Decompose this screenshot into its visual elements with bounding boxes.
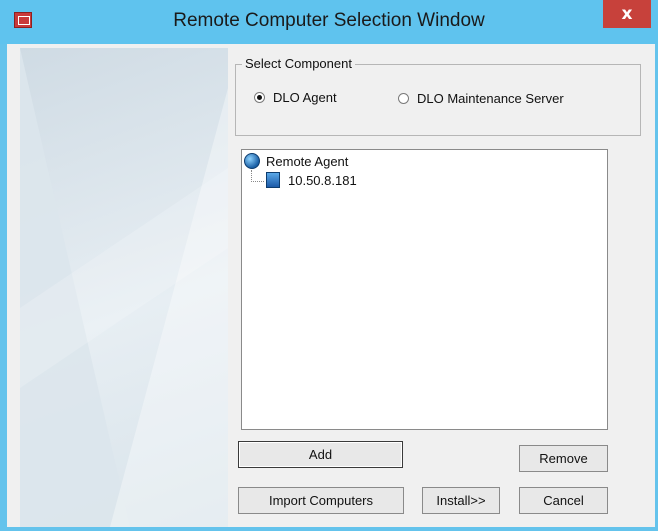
computer-icon <box>266 172 280 188</box>
radio-dlo-maintenance-server-label: DLO Maintenance Server <box>417 91 564 106</box>
select-component-legend: Select Component <box>242 56 355 71</box>
tree-node-computer[interactable]: 10.50.8.181 <box>266 172 357 188</box>
dialog-client-area: Select Component DLO Agent DLO Maintenan… <box>7 44 655 527</box>
radio-dlo-agent-label: DLO Agent <box>273 90 337 105</box>
globe-icon <box>244 153 260 169</box>
window-title: Remote Computer Selection Window <box>173 10 485 31</box>
radio-checked-indicator[interactable] <box>254 92 265 103</box>
add-button[interactable]: Add <box>238 441 403 468</box>
cancel-button[interactable]: Cancel <box>519 487 608 514</box>
tree-node-remote-agent[interactable]: Remote Agent <box>244 153 348 169</box>
tree-node-label: 10.50.8.181 <box>288 172 357 188</box>
radio-unchecked-indicator[interactable] <box>398 93 409 104</box>
title-bar[interactable]: Remote Computer Selection Window x <box>0 0 658 44</box>
remote-computer-selection-window: Remote Computer Selection Window x Selec… <box>0 0 658 531</box>
install-button[interactable]: Install>> <box>422 487 500 514</box>
remote-computer-tree[interactable]: Remote Agent 10.50.8.181 <box>241 149 608 430</box>
tree-node-label: Remote Agent <box>266 153 349 169</box>
radio-dlo-agent[interactable]: DLO Agent <box>254 90 337 105</box>
radio-dlo-maintenance-server[interactable]: DLO Maintenance Server <box>398 91 564 106</box>
remove-button[interactable]: Remove <box>519 445 608 472</box>
tree-connector <box>251 170 264 182</box>
close-button[interactable]: x <box>603 0 651 28</box>
side-banner-image <box>20 48 228 527</box>
side-banner-pattern <box>20 48 228 527</box>
import-computers-button[interactable]: Import Computers <box>238 487 404 514</box>
